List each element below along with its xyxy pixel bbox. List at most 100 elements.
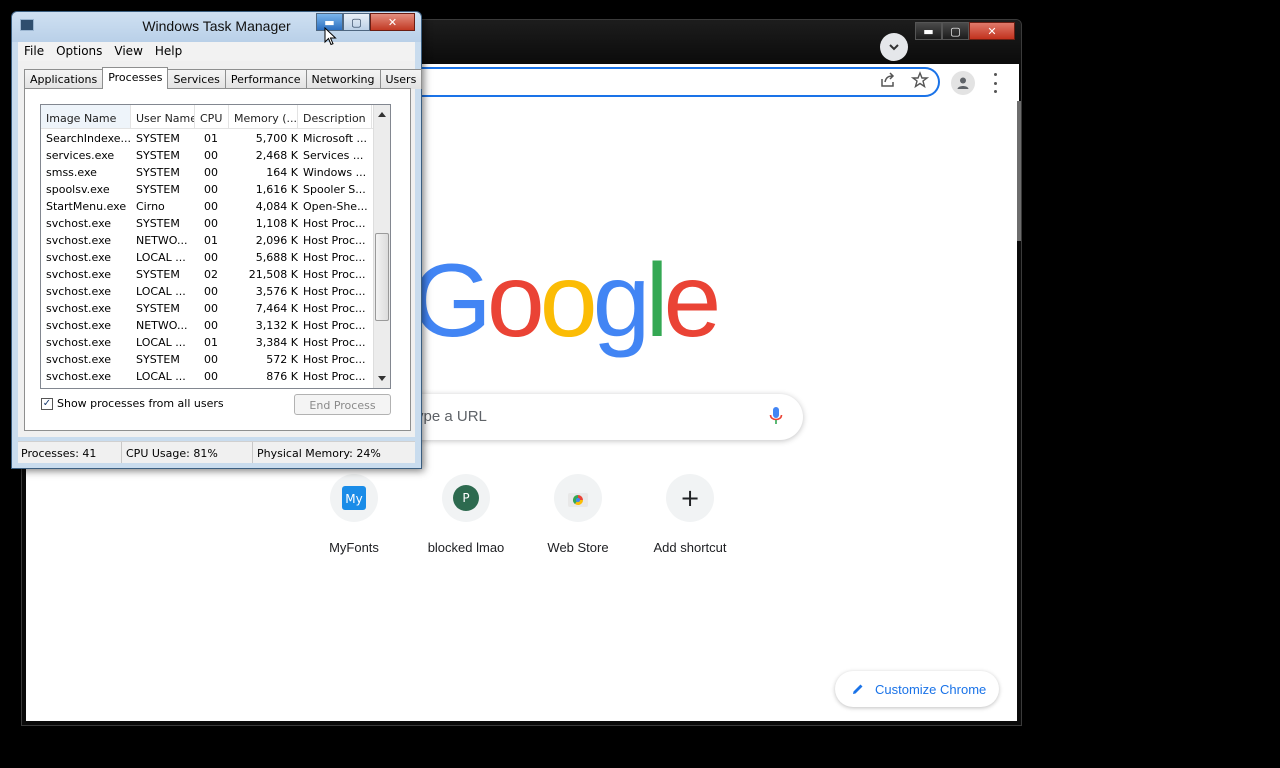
- add-shortcut-button[interactable]: + Add shortcut: [634, 474, 746, 555]
- search-placeholder: ype a URL: [416, 408, 487, 425]
- cell-memory: 5,688 K: [255, 251, 298, 264]
- task-manager-titlebar[interactable]: Windows Task Manager ▬ ▢ ✕: [12, 12, 421, 42]
- column-cpu[interactable]: CPU: [195, 105, 229, 128]
- column-memory[interactable]: Memory (...: [229, 105, 298, 128]
- star-icon[interactable]: [911, 71, 929, 89]
- cell-description: Host Proc...: [303, 217, 366, 230]
- process-row[interactable]: SearchIndexe... SYSTEM 01 5,700 K Microsoft …: [41, 129, 390, 146]
- column-description[interactable]: Description: [298, 105, 372, 128]
- process-row[interactable]: svchost.exe SYSTEM 02 21,508 K Host Proc...: [41, 265, 390, 282]
- tab-networking[interactable]: Networking: [305, 69, 381, 89]
- cell-cpu: 00: [204, 319, 218, 332]
- cell-description: Windows ...: [303, 166, 367, 179]
- cell-image-name: svchost.exe: [46, 336, 112, 349]
- close-button[interactable]: ✕: [370, 13, 415, 31]
- tab-strip: Applications Processes Services Performa…: [24, 67, 423, 89]
- tab-users[interactable]: Users: [379, 69, 423, 89]
- maximize-button[interactable]: ▢: [942, 22, 969, 40]
- process-row[interactable]: svchost.exe SYSTEM 00 1,108 K Host Proc...: [41, 214, 390, 231]
- ntp-search-box[interactable]: ype a URL: [386, 394, 803, 440]
- process-row[interactable]: svchost.exe SYSTEM 00 572 K Host Proc...: [41, 350, 390, 367]
- profile-button[interactable]: [951, 71, 975, 95]
- customize-label: Customize Chrome: [875, 681, 987, 697]
- cell-description: Host Proc...: [303, 285, 366, 298]
- cell-description: Open-She...: [303, 200, 368, 213]
- plus-icon: +: [679, 484, 701, 512]
- mouse-cursor-icon: [324, 27, 337, 46]
- tab-performance[interactable]: Performance: [224, 69, 307, 89]
- maximize-button[interactable]: ▢: [343, 13, 370, 31]
- shortcut-tile[interactable]: P blocked lmao: [410, 474, 522, 555]
- letter-p-avatar: P: [453, 485, 479, 511]
- process-row[interactable]: svchost.exe NETWO... 00 3,132 K Host Proc...: [41, 316, 390, 333]
- shortcut-label: blocked lmao: [427, 540, 505, 555]
- cell-image-name: svchost.exe: [46, 302, 112, 315]
- tab-search-button[interactable]: [880, 33, 908, 61]
- process-row[interactable]: smss.exe SYSTEM 00 164 K Windows ...: [41, 163, 390, 180]
- process-list-scrollbar[interactable]: [373, 105, 390, 388]
- process-list: Image Name User Name CPU Memory (... Des…: [40, 104, 391, 389]
- cell-image-name: SearchIndexe...: [46, 132, 131, 145]
- status-processes: Processes: 41: [18, 442, 122, 463]
- web-store-icon: [568, 493, 588, 507]
- process-row[interactable]: svchost.exe LOCAL ... 00 5,688 K Host Proc..…: [41, 248, 390, 265]
- customize-chrome-button[interactable]: Customize Chrome: [835, 671, 999, 707]
- process-row[interactable]: spoolsv.exe SYSTEM 00 1,616 K Spooler S...: [41, 180, 390, 197]
- cell-memory: 2,468 K: [255, 149, 298, 162]
- cell-image-name: svchost.exe: [46, 353, 112, 366]
- menu-view[interactable]: View: [108, 42, 148, 61]
- cell-user-name: SYSTEM: [136, 166, 180, 179]
- shortcut-icon-tile: My: [330, 474, 378, 522]
- cell-image-name: svchost.exe: [46, 234, 112, 247]
- show-all-processes-checkbox[interactable]: ✓ Show processes from all users: [41, 397, 224, 410]
- close-button[interactable]: ✕: [969, 22, 1015, 40]
- cell-image-name: spoolsv.exe: [46, 183, 110, 196]
- tab-services[interactable]: Services: [167, 69, 226, 89]
- tab-processes[interactable]: Processes: [102, 67, 169, 89]
- menu-options[interactable]: Options: [50, 42, 108, 61]
- scroll-thumb[interactable]: [375, 233, 389, 321]
- cell-image-name: svchost.exe: [46, 370, 112, 383]
- page-scrollbar[interactable]: [1017, 101, 1021, 241]
- chrome-window-controls: ▬ ▢ ✕: [915, 22, 1015, 40]
- process-row[interactable]: svchost.exe SYSTEM 00 7,464 K Host Proc...: [41, 299, 390, 316]
- cell-description: Host Proc...: [303, 336, 366, 349]
- menu-help[interactable]: Help: [149, 42, 188, 61]
- column-user-name[interactable]: User Name: [131, 105, 195, 128]
- cell-user-name: Cirno: [136, 200, 165, 213]
- process-row[interactable]: svchost.exe LOCAL ... 01 3,384 K Host Proc..…: [41, 333, 390, 350]
- end-process-button[interactable]: End Process: [294, 394, 391, 415]
- cell-description: Host Proc...: [303, 319, 366, 332]
- checkbox-box[interactable]: ✓: [41, 397, 53, 410]
- shortcut-tile[interactable]: Web Store: [522, 474, 634, 555]
- shortcut-tile[interactable]: My MyFonts: [298, 474, 410, 555]
- scroll-up-arrow[interactable]: [378, 112, 386, 117]
- minimize-button[interactable]: ▬: [915, 22, 942, 40]
- cell-cpu: 00: [204, 285, 218, 298]
- process-row[interactable]: svchost.exe LOCAL ... 00 3,576 K Host Proc..…: [41, 282, 390, 299]
- shortcut-label: Add shortcut: [653, 540, 727, 555]
- process-row[interactable]: svchost.exe LOCAL ... 00 876 K Host Proc...: [41, 367, 390, 384]
- svg-text:My: My: [345, 492, 362, 506]
- logo-letter: G: [411, 243, 492, 359]
- cell-cpu: 02: [204, 268, 218, 281]
- process-row[interactable]: services.exe SYSTEM 00 2,468 K Services ...: [41, 146, 390, 163]
- scroll-down-arrow[interactable]: [378, 376, 386, 381]
- cell-cpu: 00: [204, 370, 218, 383]
- cell-image-name: svchost.exe: [46, 319, 112, 332]
- cell-image-name: svchost.exe: [46, 268, 112, 281]
- cell-memory: 876 K: [266, 370, 298, 383]
- menu-file[interactable]: File: [18, 42, 50, 61]
- microphone-icon[interactable]: [769, 406, 783, 426]
- process-row[interactable]: svchost.exe NETWO... 01 2,096 K Host Proc...: [41, 231, 390, 248]
- process-row[interactable]: StartMenu.exe Cirno 00 4,084 K Open-She...: [41, 197, 390, 214]
- process-rows: SearchIndexe... SYSTEM 01 5,700 K Microsoft …: [41, 129, 390, 384]
- shortcut-icon-tile: P: [442, 474, 490, 522]
- cell-cpu: 01: [204, 234, 218, 247]
- tab-applications[interactable]: Applications: [24, 69, 104, 89]
- cell-description: Host Proc...: [303, 268, 366, 281]
- column-image-name[interactable]: Image Name: [41, 105, 131, 128]
- chrome-menu-button[interactable]: [989, 73, 1001, 93]
- share-icon[interactable]: [879, 71, 897, 89]
- shortcut-icon-tile: +: [666, 474, 714, 522]
